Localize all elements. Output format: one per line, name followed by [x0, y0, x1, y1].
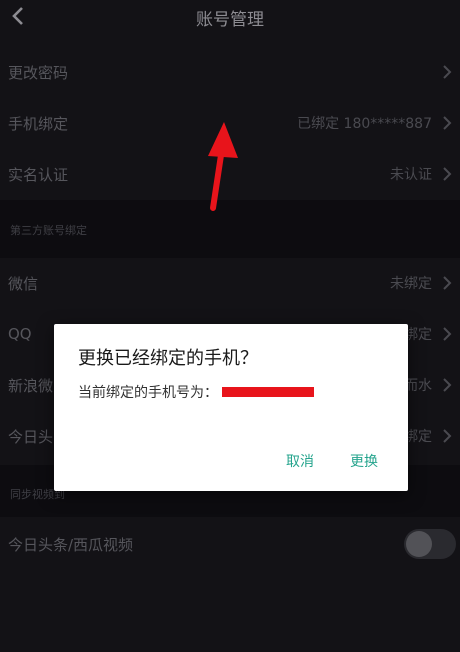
dialog-message-text: 当前绑定的手机号为：: [78, 385, 218, 401]
cancel-button[interactable]: 取消: [286, 451, 314, 471]
chevron-right-icon: [443, 378, 452, 392]
row-value: 未绑定: [390, 276, 432, 292]
row-label: 手机绑定: [8, 114, 69, 133]
row-change-password[interactable]: 更改密码: [0, 49, 460, 95]
dialog-message: 当前绑定的手机号为：: [78, 382, 314, 402]
sync-toggle[interactable]: [404, 529, 456, 559]
row-wechat[interactable]: 微信 未绑定: [0, 260, 460, 306]
row-value: 未认证: [390, 167, 432, 183]
chevron-right-icon: [443, 429, 452, 443]
chevron-right-icon: [443, 116, 452, 130]
row-value: 而水: [404, 378, 432, 394]
row-value: 绑定: [404, 429, 432, 445]
page-title: 账号管理: [196, 9, 264, 30]
row-label: 更改密码: [8, 63, 69, 82]
header: 账号管理: [0, 0, 460, 34]
toggle-knob: [406, 531, 432, 557]
row-value: 已绑定 180*****887: [297, 116, 432, 132]
chevron-right-icon: [443, 167, 452, 181]
row-label: 实名认证: [8, 165, 69, 184]
redacted-phone-number: [222, 387, 314, 397]
chevron-right-icon: [443, 65, 452, 79]
row-value: 绑定: [404, 327, 432, 343]
dialog-title: 更换已经绑定的手机？: [78, 348, 258, 369]
row-label: 微信: [8, 274, 39, 293]
change-button[interactable]: 更换: [350, 451, 378, 471]
chevron-right-icon: [443, 327, 452, 341]
change-phone-dialog: 更换已经绑定的手机？ 当前绑定的手机号为： 取消 更换: [54, 324, 408, 491]
row-sync-toutiao: 今日头条/西瓜视频: [0, 521, 460, 567]
chevron-right-icon: [443, 276, 452, 290]
account-management-screen: 账号管理 更改密码 手机绑定 已绑定 180*****887 实名认证 未认证 …: [0, 0, 460, 652]
section-label-third-party: 第三方账号绑定: [10, 224, 87, 237]
back-arrow-icon[interactable]: [8, 5, 30, 27]
row-label: 今日头条/西瓜视频: [8, 535, 134, 554]
annotation-arrow-icon: [208, 122, 238, 211]
